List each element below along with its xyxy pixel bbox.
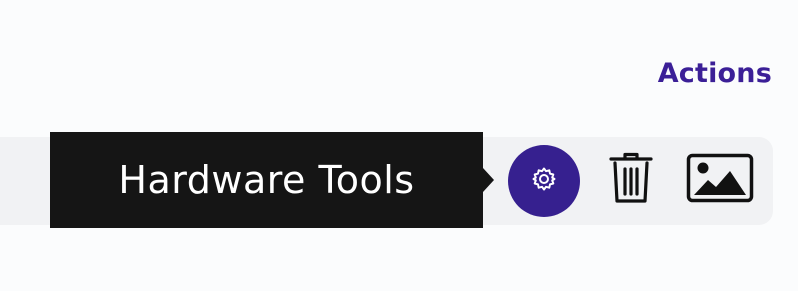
insert-image-button[interactable] xyxy=(684,152,756,208)
actions-heading: Actions xyxy=(657,58,772,89)
tooltip-arrow xyxy=(483,168,494,192)
gear-icon xyxy=(531,166,557,196)
delete-button[interactable] xyxy=(604,152,658,208)
image-icon xyxy=(686,153,754,207)
hardware-tools-tooltip: Hardware Tools xyxy=(50,132,483,228)
tooltip-text: Hardware Tools xyxy=(118,158,415,202)
trash-icon xyxy=(608,152,654,208)
hardware-tools-button[interactable] xyxy=(508,145,580,217)
